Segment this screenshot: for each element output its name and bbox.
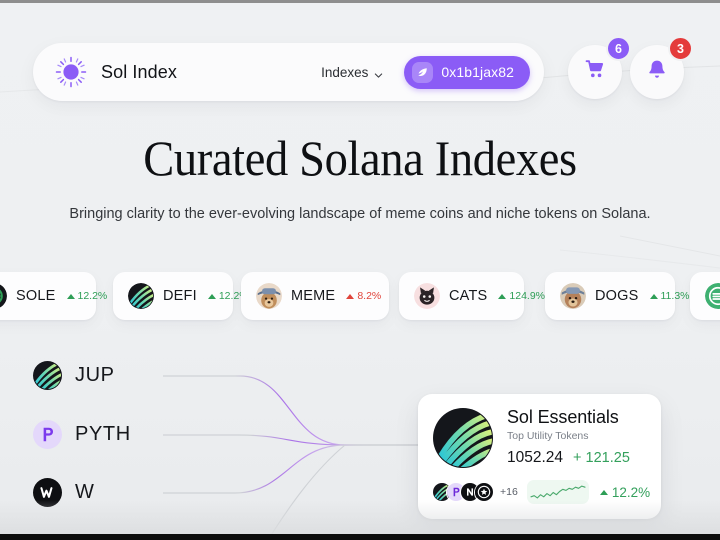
token-chip-change: 11.3% (649, 290, 690, 302)
brand[interactable]: Sol Index (33, 55, 177, 89)
index-card-subtitle: Top Utility Tokens (507, 430, 589, 442)
bottom-divider (0, 534, 720, 540)
index-card-header: Sol Essentials Top Utility Tokens 1052.2… (432, 407, 647, 469)
top-divider (0, 0, 720, 3)
cart-badge: 6 (606, 36, 631, 61)
indexes-dropdown-label: Indexes (321, 64, 369, 80)
index-card-footer: +16 12.2% (432, 480, 651, 504)
defi-token-avatar (128, 283, 154, 309)
token-chip-partial[interactable] (690, 272, 720, 320)
token-chip-change: 124.9% (498, 290, 545, 302)
index-card[interactable]: Sol Essentials Top Utility Tokens 1052.2… (418, 394, 661, 519)
token-chip-name: DEFI (163, 288, 197, 304)
token-chip-change: 8.2% (346, 290, 381, 302)
triangle-up-icon (498, 293, 507, 299)
triangle-up-icon (207, 293, 216, 299)
w-token-avatar (33, 478, 62, 507)
cart-button[interactable]: 6 (568, 36, 631, 99)
token-chip-name: SOLE (16, 288, 56, 304)
sol-essentials-logo (432, 407, 494, 469)
meme-token-avatar (256, 283, 282, 309)
index-card-title: Sol Essentials (507, 407, 619, 427)
cats-token-avatar (414, 283, 440, 309)
rail-item-label: W (75, 481, 95, 503)
bell-icon (647, 59, 667, 85)
top-navigation-bar: Sol Index Indexes 0x1b1jax82 (33, 43, 544, 101)
rail-item-jup[interactable]: JUP (33, 361, 115, 390)
jup-token-avatar (33, 361, 62, 390)
wallet-button[interactable]: 0x1b1jax82 (404, 55, 530, 89)
notifications-badge: 3 (668, 36, 693, 61)
page-title: Curated Solana Indexes (143, 130, 577, 186)
index-card-values: 1052.24 + 121.25 (507, 449, 630, 467)
token-chip-name: DOGS (595, 288, 639, 304)
sole-token-avatar (0, 283, 7, 309)
triangle-up-icon (66, 293, 75, 299)
index-card-price: 1052.24 (507, 449, 564, 466)
shopping-cart-icon (585, 59, 606, 85)
token-chip-row: SOLE 12.2% DEFI 12.2% MEME 8.2% CATS 124.9% (0, 272, 720, 320)
token-chip-name: CATS (449, 288, 488, 304)
index-card-meta: Sol Essentials Top Utility Tokens 1052.2… (507, 407, 630, 469)
token-chip-sole[interactable]: SOLE 12.2% (0, 272, 107, 320)
sun-icon (54, 55, 88, 89)
rail-item-label: JUP (75, 364, 115, 386)
wallet-address: 0x1b1jax82 (441, 64, 514, 80)
index-card-delta: + 121.25 (573, 450, 630, 466)
token-chip-change: 12.2% (66, 290, 108, 302)
dogs-token-avatar (560, 283, 586, 309)
token-chip-defi[interactable]: DEFI 12.2% (113, 272, 249, 320)
indexes-dropdown[interactable]: Indexes (321, 65, 383, 80)
triangle-down-icon (346, 293, 355, 299)
token-chip-cats[interactable]: CATS 124.9% (399, 272, 545, 320)
sparkline-chart (526, 480, 589, 504)
notifications-button[interactable]: 3 (630, 36, 693, 99)
star-token-avatar (474, 481, 495, 503)
leaf-badge-icon (412, 61, 434, 83)
more-tokens-count: +16 (500, 486, 518, 498)
index-card-change-value: 12.2% (611, 484, 651, 500)
token-chip-dogs[interactable]: DOGS 11.3% (545, 272, 690, 320)
token-chip-meme[interactable]: MEME 8.2% (241, 272, 389, 320)
token-chip-change-value: 124.9% (509, 290, 546, 302)
triangle-up-icon (599, 489, 608, 495)
token-avatar-stack[interactable]: +16 (432, 481, 518, 503)
brand-name: Sol Index (101, 61, 177, 82)
green-token-avatar (705, 283, 720, 309)
token-chip-change-value: 12.2% (77, 290, 108, 302)
chevron-down-icon (374, 68, 383, 78)
rail-item-pyth[interactable]: PYTH (33, 420, 131, 449)
page-subtitle: Bringing clarity to the ever-evolving la… (69, 206, 651, 222)
token-chip-name: MEME (291, 288, 336, 304)
rail-item-w[interactable]: W (33, 478, 94, 507)
triangle-up-icon (649, 293, 658, 299)
token-chip-change-value: 11.3% (660, 290, 690, 302)
rail-item-label: PYTH (75, 423, 131, 445)
index-card-change: 12.2% (599, 484, 651, 500)
token-chip-change-value: 8.2% (357, 290, 382, 302)
pyth-token-avatar (33, 420, 62, 449)
app-root: Sol Index Indexes 0x1b1jax82 6 3 Curated… (0, 0, 720, 540)
